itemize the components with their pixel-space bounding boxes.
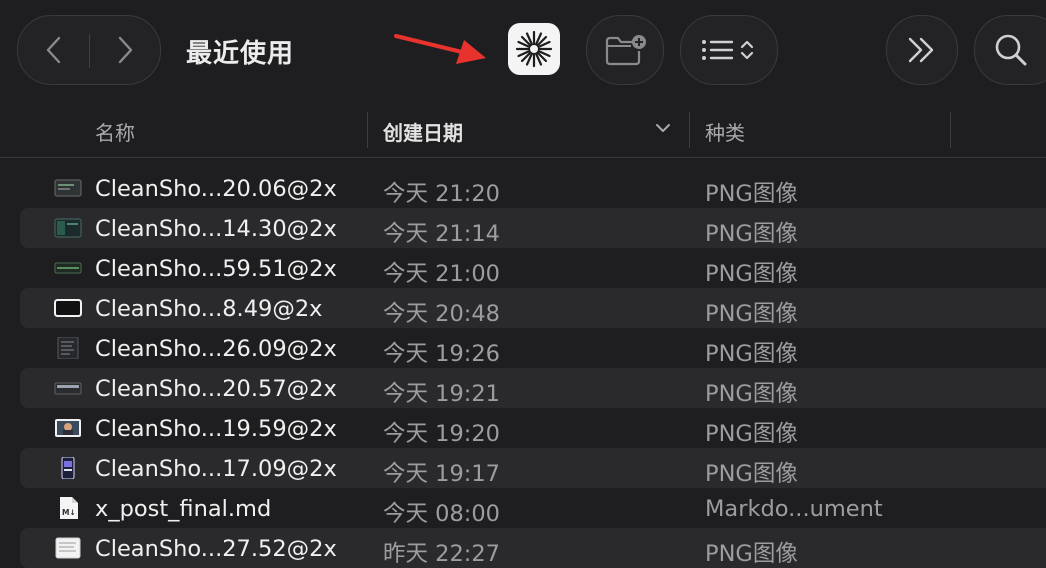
app-toolbar-button[interactable]: [508, 23, 560, 75]
new-folder-button[interactable]: [586, 15, 664, 85]
file-kind: PNG图像: [705, 181, 798, 207]
file-name: CleanSho...20.06@2x: [95, 176, 337, 202]
file-name: CleanSho...17.09@2x: [95, 456, 337, 482]
folder-plus-icon: [605, 35, 646, 66]
file-kind: Markdo...ument: [705, 496, 883, 522]
file-kind: PNG图像: [705, 261, 798, 287]
navigation-group: [17, 15, 161, 85]
file-row[interactable]: CleanSho...20.57@2x 今天 19:21 PNG图像: [0, 368, 1046, 408]
file-kind: PNG图像: [705, 221, 798, 247]
file-row[interactable]: CleanSho...26.09@2x 今天 19:26 PNG图像: [0, 328, 1046, 368]
more-toolbar-items-button[interactable]: [886, 15, 958, 85]
list-view-icon: [702, 40, 754, 60]
file-name: CleanSho...14.30@2x: [95, 216, 337, 242]
view-options-button[interactable]: [680, 15, 778, 85]
file-date: 今天 21:20: [383, 181, 500, 207]
file-row[interactable]: CleanSho...19.59@2x 今天 19:20 PNG图像: [0, 408, 1046, 448]
file-name: CleanSho...26.09@2x: [95, 336, 337, 362]
file-row[interactable]: CleanSho...27.52@2x 昨天 22:27 PNG图像: [0, 528, 1046, 568]
column-header-name[interactable]: 名称: [95, 117, 135, 146]
file-date: 今天 19:21: [383, 381, 500, 407]
chevron-left-icon: [46, 36, 60, 64]
sparkle-burst-icon: [515, 30, 553, 68]
file-row[interactable]: CleanSho...8.49@2x 今天 20:48 PNG图像: [0, 288, 1046, 328]
column-divider[interactable]: [689, 112, 690, 148]
back-button[interactable]: [18, 15, 89, 85]
image-thumbnail-icon: [55, 419, 81, 437]
file-row[interactable]: CleanSho...17.09@2x 今天 19:17 PNG图像: [0, 448, 1046, 488]
file-row[interactable]: CleanSho...20.06@2x 今天 21:20 PNG图像: [0, 168, 1046, 208]
file-date: 昨天 22:27: [383, 541, 500, 567]
file-row[interactable]: CleanSho...14.30@2x 今天 21:14 PNG图像: [0, 208, 1046, 248]
file-row[interactable]: CleanSho...59.51@2x 今天 21:00 PNG图像: [0, 248, 1046, 288]
file-date: 今天 19:20: [383, 421, 500, 447]
image-thumbnail-icon: [55, 537, 81, 559]
file-date: 今天 20:48: [383, 301, 500, 327]
window-title: 最近使用: [186, 39, 295, 69]
column-divider[interactable]: [950, 112, 951, 148]
file-kind: PNG图像: [705, 341, 798, 367]
toolbar: 最近使用: [0, 0, 1046, 100]
image-thumbnail-icon: [54, 299, 82, 317]
image-thumbnail-icon: [57, 337, 79, 359]
file-list: CleanSho...20.06@2x 今天 21:20 PNG图像 Clean…: [0, 168, 1046, 568]
search-icon: [995, 34, 1027, 66]
nav-divider: [89, 34, 90, 68]
forward-button[interactable]: [89, 15, 160, 85]
red-arrow-annotation: [394, 34, 486, 64]
file-kind: PNG图像: [705, 421, 798, 447]
file-kind: PNG图像: [705, 541, 798, 567]
chevron-right-icon: [118, 36, 132, 64]
image-thumbnail-icon: [54, 262, 82, 274]
image-thumbnail-icon: [54, 382, 82, 395]
svg-text:M↓: M↓: [62, 508, 76, 517]
column-header-bar: 名称 创建日期 种类: [0, 100, 1046, 158]
file-kind: PNG图像: [705, 301, 798, 327]
image-thumbnail-icon: [54, 179, 82, 197]
file-name: CleanSho...20.57@2x: [95, 376, 337, 402]
chevron-down-icon[interactable]: [655, 122, 671, 134]
file-name: CleanSho...59.51@2x: [95, 256, 337, 282]
column-divider[interactable]: [367, 112, 368, 148]
file-row[interactable]: M↓ x_post_final.md 今天 08:00 Markdo...ume…: [0, 488, 1046, 528]
markdown-file-icon: M↓: [60, 497, 78, 519]
file-date: 今天 19:26: [383, 341, 500, 367]
image-thumbnail-icon: [54, 218, 82, 238]
file-date: 今天 21:00: [383, 261, 500, 287]
file-date: 今天 19:17: [383, 461, 500, 487]
file-date: 今天 08:00: [383, 501, 500, 527]
image-thumbnail-icon: [61, 457, 75, 479]
file-kind: PNG图像: [705, 381, 798, 407]
file-kind: PNG图像: [705, 461, 798, 487]
file-name: CleanSho...8.49@2x: [95, 296, 323, 322]
file-date: 今天 21:14: [383, 221, 500, 247]
search-button[interactable]: [974, 15, 1046, 85]
double-chevron-right-icon: [908, 37, 934, 63]
column-header-date[interactable]: 创建日期: [383, 117, 463, 146]
column-header-kind[interactable]: 种类: [705, 117, 745, 146]
file-name: CleanSho...27.52@2x: [95, 536, 337, 562]
file-name: CleanSho...19.59@2x: [95, 416, 337, 442]
file-name: x_post_final.md: [95, 496, 272, 522]
